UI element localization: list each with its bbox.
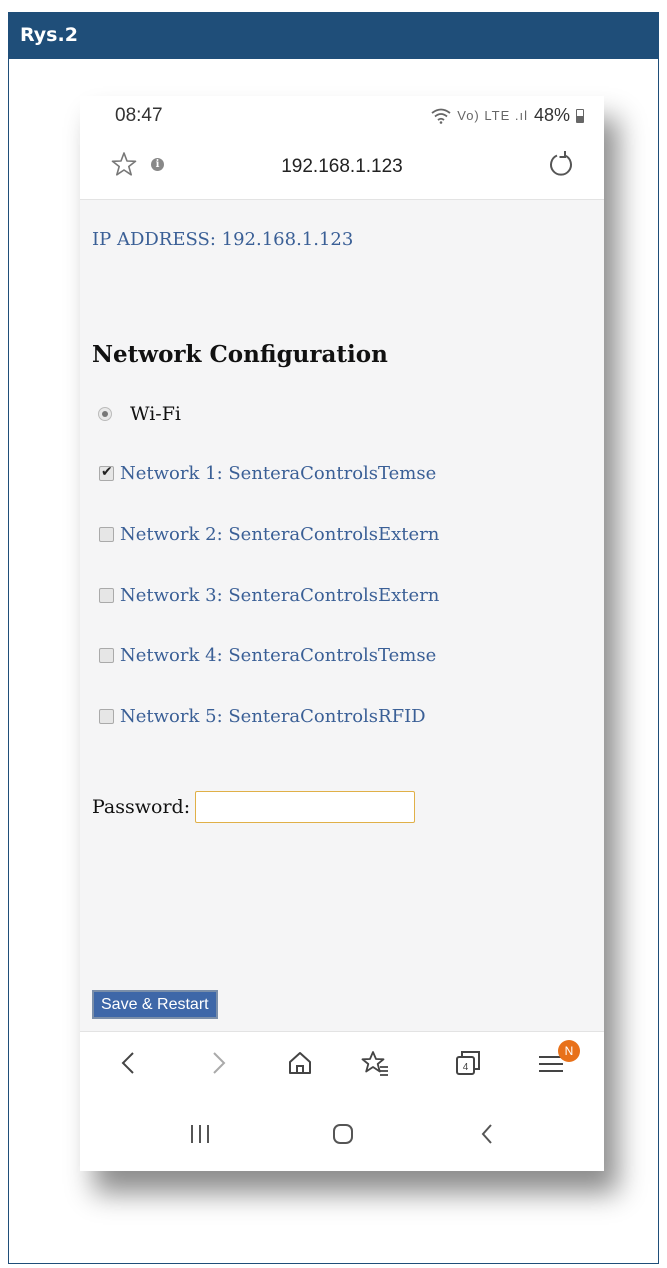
recent-apps-icon[interactable] xyxy=(185,1119,215,1149)
wifi-option[interactable]: Wi-Fi xyxy=(98,403,181,425)
network-checkbox[interactable] xyxy=(99,648,114,663)
network-checkbox[interactable] xyxy=(99,464,114,481)
status-indicators: Vo) LTE .ıl 48% xyxy=(431,105,584,126)
figure-title: Rys.2 xyxy=(20,24,78,46)
network-checkbox[interactable] xyxy=(99,588,114,603)
status-time: 08:47 xyxy=(115,105,163,126)
url-text[interactable]: 192.168.1.123 xyxy=(80,156,604,178)
bookmarks-icon[interactable] xyxy=(360,1048,390,1078)
system-back-icon[interactable] xyxy=(473,1119,503,1149)
reload-icon[interactable] xyxy=(546,149,576,179)
tab-count: 4 xyxy=(463,1062,469,1073)
password-input[interactable] xyxy=(195,791,416,823)
network-label[interactable]: Network 1: SenteraControlsTemse xyxy=(120,463,436,484)
network-row[interactable]: Network 2: SenteraControlsExtern xyxy=(99,524,439,545)
ip-address: IP ADDRESS: 192.168.1.123 xyxy=(92,229,354,250)
battery-percent: 48% xyxy=(533,105,570,125)
network-row[interactable]: Network 4: SenteraControlsTemse xyxy=(99,645,436,666)
notification-badge: N xyxy=(558,1040,580,1062)
network-row[interactable]: Network 3: SenteraControlsExtern xyxy=(99,585,439,606)
home-button-icon[interactable] xyxy=(328,1119,358,1149)
page-content: IP ADDRESS: 192.168.1.123 Network Config… xyxy=(80,201,604,1031)
password-row: Password: xyxy=(92,791,416,823)
forward-icon[interactable] xyxy=(203,1048,233,1078)
network-label[interactable]: Network 3: SenteraControlsExtern xyxy=(120,585,439,606)
signal-icon: Vo) LTE .ıl xyxy=(457,108,528,123)
password-label: Password: xyxy=(92,796,191,818)
url-bar: i 192.168.1.123 xyxy=(80,136,604,200)
network-label[interactable]: Network 2: SenteraControlsExtern xyxy=(120,524,439,545)
home-icon[interactable] xyxy=(285,1048,315,1078)
save-restart-button[interactable]: Save & Restart xyxy=(92,990,218,1019)
network-label[interactable]: Network 4: SenteraControlsTemse xyxy=(120,645,436,666)
wifi-radio[interactable] xyxy=(98,407,112,421)
phone-screen: 08:47 Vo) LTE .ıl 48% i 192.168.1.123 IP… xyxy=(80,96,604,1171)
back-icon[interactable] xyxy=(114,1048,144,1078)
figure-header: Rys.2 xyxy=(9,13,658,59)
battery-icon xyxy=(576,108,584,123)
status-bar: 08:47 Vo) LTE .ıl 48% xyxy=(80,96,604,136)
section-title: Network Configuration xyxy=(92,341,388,368)
network-checkbox[interactable] xyxy=(99,709,114,724)
wifi-label: Wi-Fi xyxy=(130,403,181,425)
network-checkbox[interactable] xyxy=(99,527,114,542)
system-nav-bar xyxy=(80,1095,604,1171)
tabs-icon[interactable]: 4 xyxy=(453,1048,483,1078)
network-row[interactable]: Network 5: SenteraControlsRFID xyxy=(99,706,426,727)
wifi-icon xyxy=(431,108,451,124)
browser-toolbar: 4 N xyxy=(80,1031,604,1095)
network-row[interactable]: Network 1: SenteraControlsTemse xyxy=(99,463,436,484)
network-label[interactable]: Network 5: SenteraControlsRFID xyxy=(120,706,426,727)
